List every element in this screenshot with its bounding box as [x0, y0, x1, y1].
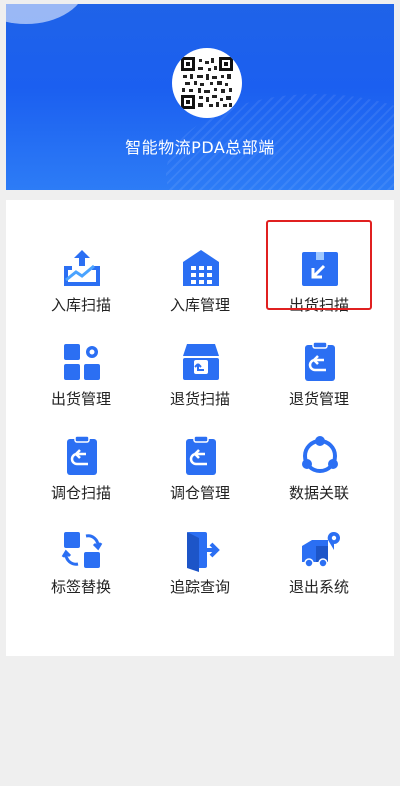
track-query-icon — [187, 532, 220, 572]
menu-item-return-scan[interactable]: 退货扫描 — [145, 334, 255, 414]
return-scan-icon — [183, 344, 219, 380]
menu-item-label-swap[interactable]: 标签替换 — [26, 522, 136, 602]
menu-item-transfer-scan[interactable]: 调仓扫描 — [26, 428, 136, 508]
menu-item-track-query[interactable]: 追踪查询 — [145, 522, 255, 602]
qr-code-icon — [172, 48, 242, 118]
menu-item-data-link[interactable]: 数据关联 — [264, 428, 374, 508]
outbound-manage-icon — [64, 344, 100, 380]
menu-item-label: 标签替换 — [50, 578, 111, 596]
menu-item-label: 调仓扫描 — [50, 484, 111, 502]
inbound-scan-icon — [64, 250, 100, 286]
menu-item-label: 入库扫描 — [50, 296, 111, 314]
menu-item-label: 退货扫描 — [169, 390, 230, 408]
menu-item-label: 追踪查询 — [169, 578, 230, 596]
menu-item-label: 退货管理 — [288, 390, 349, 408]
menu-item-inbound-manage[interactable]: 入库管理 — [145, 240, 255, 320]
menu-item-logout[interactable]: 退出系统 — [264, 522, 374, 602]
menu-item-label: 数据关联 — [288, 484, 349, 502]
transfer-manage-icon — [186, 435, 216, 475]
label-swap-icon — [61, 532, 103, 568]
data-link-icon — [302, 436, 338, 473]
menu-item-outbound-manage[interactable]: 出货管理 — [26, 334, 136, 414]
menu-item-inbound-scan[interactable]: 入库扫描 — [26, 240, 136, 320]
header-banner: 智能物流PDA总部端 — [6, 4, 394, 190]
warehouse-icon — [183, 250, 219, 286]
menu-item-label: 入库管理 — [169, 296, 230, 314]
logout-truck-icon — [302, 531, 340, 568]
menu-item-transfer-manage[interactable]: 调仓管理 — [145, 428, 255, 508]
menu-item-label: 出货管理 — [50, 390, 111, 408]
selection-highlight — [266, 220, 372, 310]
transfer-scan-icon — [67, 435, 97, 475]
app-title: 智能物流PDA总部端 — [125, 138, 275, 157]
menu-item-label: 调仓管理 — [169, 484, 230, 502]
menu-item-return-manage[interactable]: 退货管理 — [264, 334, 374, 414]
menu-item-label: 退出系统 — [288, 578, 349, 596]
return-manage-icon — [305, 341, 335, 381]
decor-wave — [6, 4, 86, 24]
